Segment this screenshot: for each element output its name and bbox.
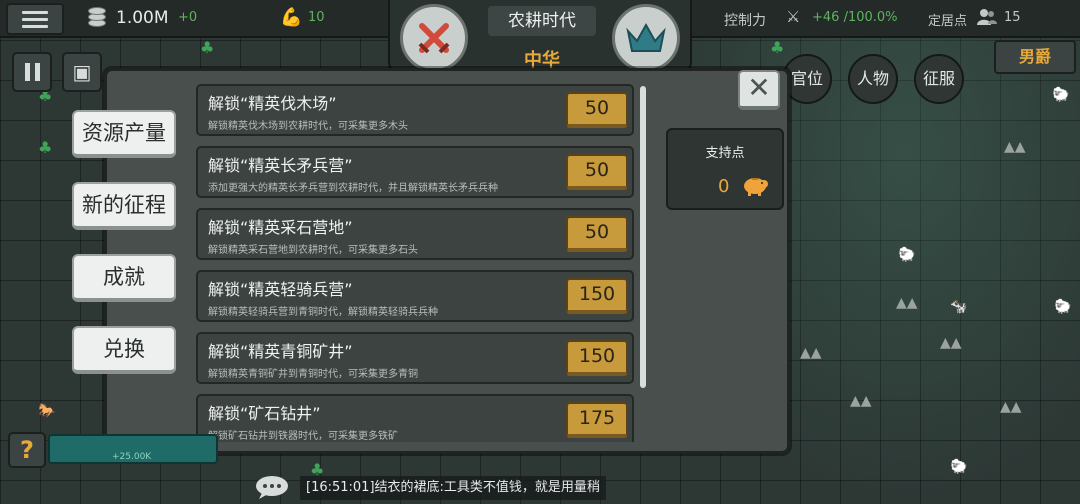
tab-achievements[interactable]: 成就 bbox=[72, 254, 176, 302]
save-button[interactable]: ▣ bbox=[62, 52, 102, 92]
tab-resource-output[interactable]: 资源产量 bbox=[72, 110, 176, 158]
floppy-icon: ▣ bbox=[72, 60, 92, 84]
tree-icon: ♣ bbox=[770, 38, 785, 57]
mountain-icon: ▲▲ bbox=[850, 393, 872, 409]
horse-icon: 🐎 bbox=[38, 403, 56, 419]
crown-button[interactable] bbox=[612, 4, 680, 72]
chat-message: [16:51:01]结衣的裙底:工具类不值钱，就是用量稍 bbox=[300, 476, 606, 500]
crossed-swords-icon bbox=[418, 23, 450, 54]
sheep-icon: 🐑 bbox=[898, 247, 916, 263]
upgrade-title: 解锁“精英长矛兵营” bbox=[208, 156, 353, 175]
upgrade-title: 解锁“精英伐木场” bbox=[208, 94, 337, 113]
buy-button[interactable]: 50 bbox=[566, 216, 628, 252]
mountain-icon: ▲▲ bbox=[896, 295, 918, 311]
upgrade-item: 解锁“精英青铜矿井” 解锁精英青铜矿井到青铜时代，可采集更多青铜 150 bbox=[196, 332, 634, 384]
buy-button[interactable]: 175 bbox=[566, 402, 628, 438]
buy-button[interactable]: 50 bbox=[566, 92, 628, 128]
cow-icon: 🐄 bbox=[950, 299, 968, 315]
gold-delta: +0 bbox=[178, 10, 198, 25]
upgrade-description: 解锁精英伐木场到农耕时代，可采集更多木头 bbox=[208, 121, 408, 132]
people-icon bbox=[977, 9, 997, 25]
era-panel: 农耕时代 中华 bbox=[388, 0, 692, 76]
buy-button[interactable]: 150 bbox=[566, 278, 628, 314]
sheep-icon: 🐑 bbox=[950, 459, 968, 475]
upgrade-description: 解锁精英轻骑兵营到青铜时代，解锁精英轻骑兵兵种 bbox=[208, 307, 438, 318]
mountain-icon: ▲▲ bbox=[1004, 139, 1026, 155]
pause-button[interactable] bbox=[12, 52, 52, 92]
era-title: 农耕时代 bbox=[488, 6, 596, 36]
help-icon: ? bbox=[20, 436, 34, 464]
tree-icon: ♣ bbox=[38, 138, 53, 157]
upgrade-item: 解锁“精英轻骑兵营” 解锁精英轻骑兵营到青铜时代，解锁精英轻骑兵兵种 150 bbox=[196, 270, 634, 322]
support-points-value: 0 bbox=[718, 176, 730, 197]
resource-bar-text: +25.00K bbox=[112, 452, 152, 462]
upgrade-item: 解锁“精英长矛兵营” 添加更强大的精英长矛兵营到农耕时代，并且解锁精英长矛兵兵种… bbox=[196, 146, 634, 198]
mountain-icon: ▲▲ bbox=[1000, 399, 1022, 415]
settlement-count: 15 bbox=[1004, 10, 1021, 25]
menu-button[interactable] bbox=[6, 3, 64, 35]
chat-icon[interactable] bbox=[254, 474, 290, 500]
support-points-panel: 支持点 0 bbox=[666, 128, 784, 210]
swords-icon: ⚔ bbox=[786, 7, 801, 26]
tab-redeem[interactable]: 兑换 bbox=[72, 326, 176, 374]
mountain-icon: ▲▲ bbox=[800, 345, 822, 361]
people-button[interactable]: 人物 bbox=[848, 54, 898, 104]
buy-button[interactable]: 150 bbox=[566, 340, 628, 376]
tree-icon: ♣ bbox=[200, 38, 215, 57]
help-button[interactable]: ? bbox=[8, 432, 46, 468]
sheep-icon: 🐑 bbox=[1054, 299, 1072, 315]
upgrade-description: 添加更强大的精英长矛兵营到农耕时代，并且解锁精英长矛兵兵种 bbox=[208, 183, 498, 194]
strength-icon: 💪 bbox=[280, 7, 303, 28]
upgrade-title: 解锁“精英采石营地” bbox=[208, 218, 353, 237]
mountain-icon: ▲▲ bbox=[940, 335, 962, 351]
control-label: 控制力 bbox=[724, 13, 766, 29]
sheep-icon: 🐑 bbox=[1052, 87, 1070, 103]
upgrade-item: 解锁“精英伐木场” 解锁精英伐木场到农耕时代，可采集更多木头 50 bbox=[196, 84, 634, 136]
tab-new-journey[interactable]: 新的征程 bbox=[72, 182, 176, 230]
resource-bar: +25.00K bbox=[48, 434, 218, 464]
list-scrollbar[interactable] bbox=[640, 86, 646, 388]
upgrade-item: 解锁“矿石钻井” 解锁矿石钻井到铁器时代，可采集更多铁矿 175 bbox=[196, 394, 634, 442]
close-button[interactable]: ✕ bbox=[738, 70, 780, 110]
upgrade-title: 解锁“精英青铜矿井” bbox=[208, 342, 353, 361]
piggy-bank-icon bbox=[744, 178, 768, 196]
military-button[interactable] bbox=[400, 4, 468, 72]
upgrade-item: 解锁“精英采石营地” 解锁精英采石营地到农耕时代，可采集更多石头 50 bbox=[196, 208, 634, 260]
coins-icon bbox=[88, 7, 112, 29]
rank-button[interactable]: 男爵 bbox=[994, 40, 1076, 74]
conquest-button[interactable]: 征服 bbox=[914, 54, 964, 104]
upgrade-list[interactable]: 解锁“精英伐木场” 解锁精英伐木场到农耕时代，可采集更多木头 50 解锁“精英长… bbox=[196, 82, 638, 442]
upgrade-title: 解锁“矿石钻井” bbox=[208, 404, 321, 423]
control-value: +46 /100.0% bbox=[812, 10, 898, 25]
close-icon: ✕ bbox=[747, 71, 771, 104]
buy-button[interactable]: 50 bbox=[566, 154, 628, 190]
upgrade-description: 解锁矿石钻井到铁器时代，可采集更多铁矿 bbox=[208, 431, 398, 442]
gold-amount: 1.00M bbox=[116, 8, 169, 28]
upgrade-title: 解锁“精英轻骑兵营” bbox=[208, 280, 353, 299]
support-points-label: 支持点 bbox=[705, 146, 745, 161]
settlement-label: 定居点 bbox=[928, 14, 968, 29]
upgrade-description: 解锁精英采石营地到农耕时代，可采集更多石头 bbox=[208, 245, 418, 256]
upgrade-description: 解锁精英青铜矿井到青铜时代，可采集更多青铜 bbox=[208, 369, 418, 380]
crown-icon bbox=[626, 22, 666, 52]
strength-amount: 10 bbox=[308, 10, 325, 25]
